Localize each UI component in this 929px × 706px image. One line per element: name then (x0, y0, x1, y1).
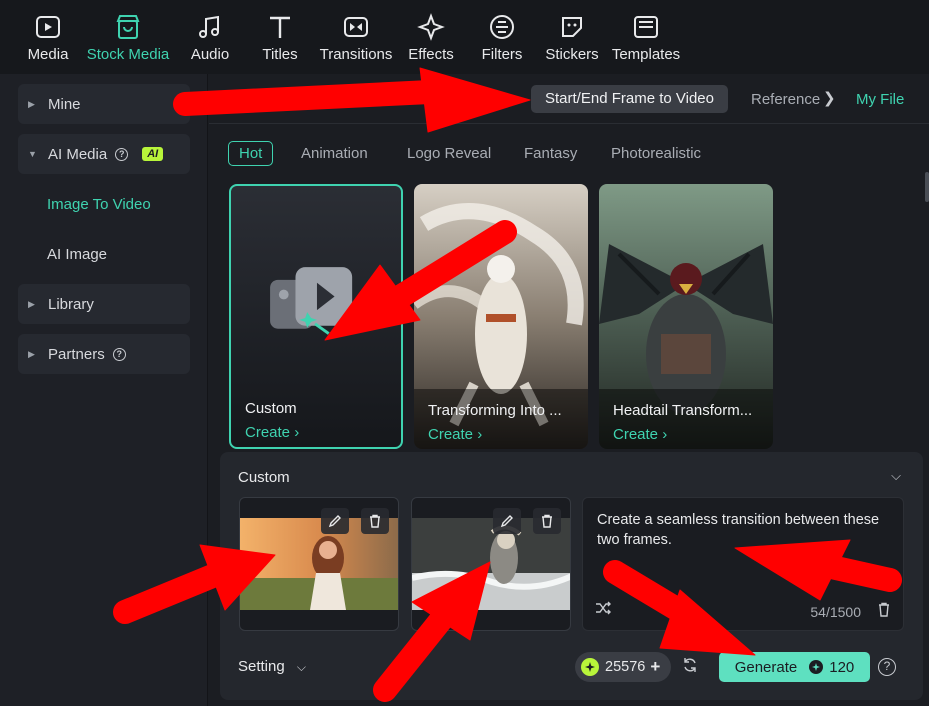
add-credits-icon[interactable]: + (650, 657, 660, 677)
help-icon[interactable]: ? (878, 658, 896, 676)
toolbar-audio-label: Audio (190, 46, 230, 63)
toolbar-media-label: Media (27, 46, 69, 63)
card-title: Custom (245, 400, 297, 417)
toolbar-templates[interactable]: Templates (608, 0, 684, 74)
filters-icon (488, 13, 516, 41)
panel-title: Custom (238, 469, 290, 486)
toolbar-filters-label: Filters (481, 46, 523, 63)
transitions-icon (342, 13, 370, 41)
sticker-icon (558, 13, 586, 41)
toolbar-titles-label: Titles (262, 46, 298, 63)
template-card-custom[interactable]: Custom Create › (229, 184, 403, 449)
sidebar-item-label: Mine (48, 95, 81, 113)
chevron-down-icon: ⌵ (296, 660, 306, 674)
toolbar-templates-label: Templates (611, 46, 681, 63)
tab-my-file[interactable]: My File (856, 91, 904, 108)
toolbar-effects[interactable]: Effects (394, 0, 468, 74)
chevron-down-icon[interactable]: ⌵ (891, 468, 901, 484)
templates-icon (632, 13, 660, 41)
category-photorealistic[interactable]: Photorealistic (611, 145, 701, 162)
prompt-text: Create a seamless transition between the… (597, 512, 880, 548)
credit-coin-icon (581, 658, 599, 676)
media-icon (34, 13, 62, 41)
sidebar-item-ai-image[interactable]: AI Image (47, 246, 107, 263)
sidebar-item-partners[interactable]: ▶ Partners ? (18, 334, 190, 374)
setting-dropdown[interactable]: Setting ⌵ (238, 658, 306, 675)
music-note-icon (196, 13, 224, 41)
caret-right-icon: ▶ (28, 348, 35, 359)
sidebar-item-image-to-video[interactable]: Image To Video (47, 196, 151, 213)
setting-label: Setting (238, 658, 285, 675)
toolbar-stickers-label: Stickers (545, 46, 599, 63)
generate-label: Generate (734, 658, 798, 676)
help-icon[interactable]: ? (112, 347, 126, 361)
prompt-textarea[interactable]: Create a seamless transition between the… (582, 497, 904, 631)
shuffle-icon[interactable] (595, 601, 611, 620)
effects-sparkle-icon (417, 13, 445, 41)
template-card-transforming[interactable]: Transforming Into ... Create › (414, 184, 588, 449)
trash-icon (879, 602, 889, 617)
credit-coin-icon (809, 660, 824, 674)
edit-frame-button[interactable] (493, 508, 521, 534)
trash-icon (542, 514, 552, 528)
credits-value: 25576 (605, 659, 646, 675)
generate-cost: 120 (829, 658, 855, 676)
toolbar-media[interactable]: Media (18, 0, 78, 74)
stock-media-icon (114, 13, 142, 41)
credits-balance[interactable]: 25576 + (575, 652, 671, 682)
generate-button[interactable]: Generate 120 (719, 652, 870, 682)
card-create-link[interactable]: Create › (245, 424, 299, 441)
toolbar-audio[interactable]: Audio (178, 0, 242, 74)
card-create-link[interactable]: Create › (613, 426, 667, 443)
refresh-icon[interactable] (682, 657, 698, 678)
sidebar-item-label: AI Media (48, 145, 108, 163)
sidebar-item-label: Library (48, 295, 94, 313)
template-card-headtail[interactable]: Headtail Transform... Create › (599, 184, 773, 449)
caret-right-icon: ▶ (28, 298, 35, 309)
toolbar-filters[interactable]: Filters (468, 0, 536, 74)
toolbar-effects-label: Effects (408, 46, 454, 63)
toolbar-stock-media[interactable]: Stock Media (78, 0, 178, 74)
toolbar-stock-media-label: Stock Media (86, 46, 170, 63)
tab-reference[interactable]: Reference (751, 91, 820, 108)
sidebar: ▶ Mine ▼ AI Media ? AI Image To Video AI… (0, 74, 208, 706)
help-icon[interactable]: ? (115, 147, 129, 161)
trash-icon (370, 514, 380, 528)
edit-frame-button[interactable] (321, 508, 349, 534)
category-fantasy[interactable]: Fantasy (524, 145, 577, 162)
card-title: Headtail Transform... (613, 402, 753, 419)
toolbar-stickers[interactable]: Stickers (536, 0, 608, 74)
character-count: 54/1500 (810, 604, 861, 620)
card-title: Transforming Into ... (428, 402, 562, 419)
mode-tabbar: Start/End Frame to Video Reference ❯ My … (209, 74, 929, 124)
sidebar-item-library[interactable]: ▶ Library (18, 284, 190, 324)
delete-frame-button[interactable] (361, 508, 389, 534)
toolbar-titles[interactable]: Titles (242, 0, 318, 74)
clear-prompt-button[interactable] (877, 602, 891, 622)
chevron-right-icon[interactable]: ❯ (823, 89, 836, 107)
start-frame-slot[interactable] (239, 497, 399, 631)
sidebar-item-mine[interactable]: ▶ Mine (18, 84, 190, 124)
toolbar-transitions[interactable]: Transitions (318, 0, 394, 74)
toolbar-transitions-label: Transitions (319, 46, 393, 63)
caret-right-icon: ▶ (28, 98, 35, 109)
category-logo-reveal[interactable]: Logo Reveal (407, 145, 491, 162)
custom-generation-panel: Custom ⌵ Create a seamless transition be… (220, 452, 923, 700)
card-create-link[interactable]: Create › (428, 426, 482, 443)
delete-frame-button[interactable] (533, 508, 561, 534)
tab-start-end-frame[interactable]: Start/End Frame to Video (531, 85, 728, 113)
pencil-icon (328, 515, 341, 528)
caret-down-icon: ▼ (28, 149, 37, 159)
category-animation[interactable]: Animation (301, 145, 368, 162)
pencil-icon (500, 515, 513, 528)
end-frame-slot[interactable] (411, 497, 571, 631)
top-toolbar: Media Stock Media Audio Titles Transitio… (0, 0, 929, 74)
sidebar-item-label: Partners (48, 345, 105, 363)
scrollbar-thumb[interactable] (925, 172, 929, 202)
sidebar-item-ai-media[interactable]: ▼ AI Media ? AI (18, 134, 190, 174)
category-hot[interactable]: Hot (228, 141, 274, 166)
ai-badge: AI (142, 147, 164, 161)
text-t-icon (266, 13, 294, 41)
